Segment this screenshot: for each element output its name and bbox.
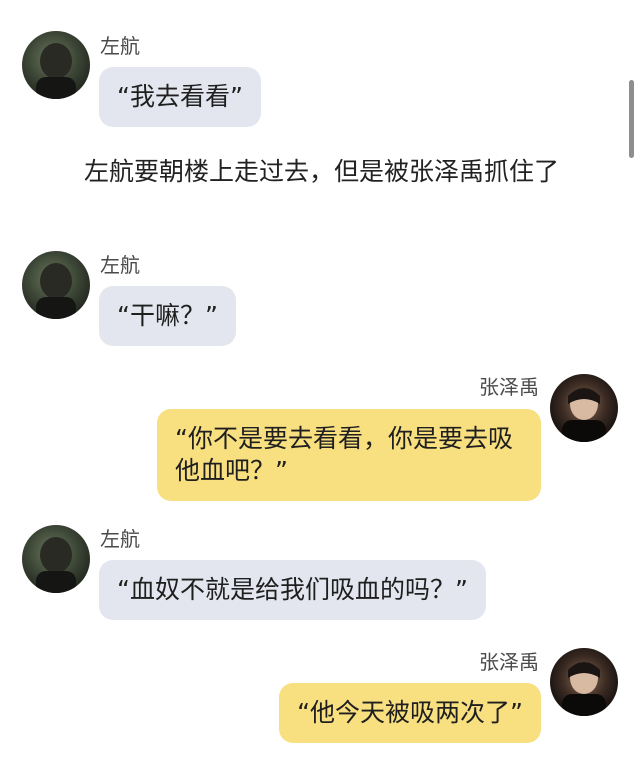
avatar[interactable]: [22, 31, 90, 99]
sender-name: 左航: [100, 527, 140, 551]
avatar[interactable]: [550, 374, 618, 442]
message-bubble[interactable]: “你不是要去看看，你是要去吸他血吧？”: [157, 409, 541, 501]
avatar[interactable]: [550, 648, 618, 716]
avatar[interactable]: [22, 525, 90, 593]
message-bubble[interactable]: “我去看看”: [99, 67, 261, 127]
message-bubble[interactable]: “干嘛？”: [99, 286, 236, 346]
message-bubble[interactable]: “血奴不就是给我们吸血的吗？”: [99, 560, 486, 620]
sender-name: 左航: [100, 253, 140, 277]
message-bubble[interactable]: “他今天被吸两次了”: [279, 683, 541, 743]
avatar[interactable]: [22, 251, 90, 319]
scrollbar[interactable]: [629, 80, 634, 158]
sender-name: 张泽禹: [479, 650, 539, 674]
sender-name: 张泽禹: [479, 375, 539, 399]
sender-name: 左航: [100, 34, 140, 58]
narration-text: 左航要朝楼上走过去，但是被张泽禹抓住了: [84, 157, 560, 186]
